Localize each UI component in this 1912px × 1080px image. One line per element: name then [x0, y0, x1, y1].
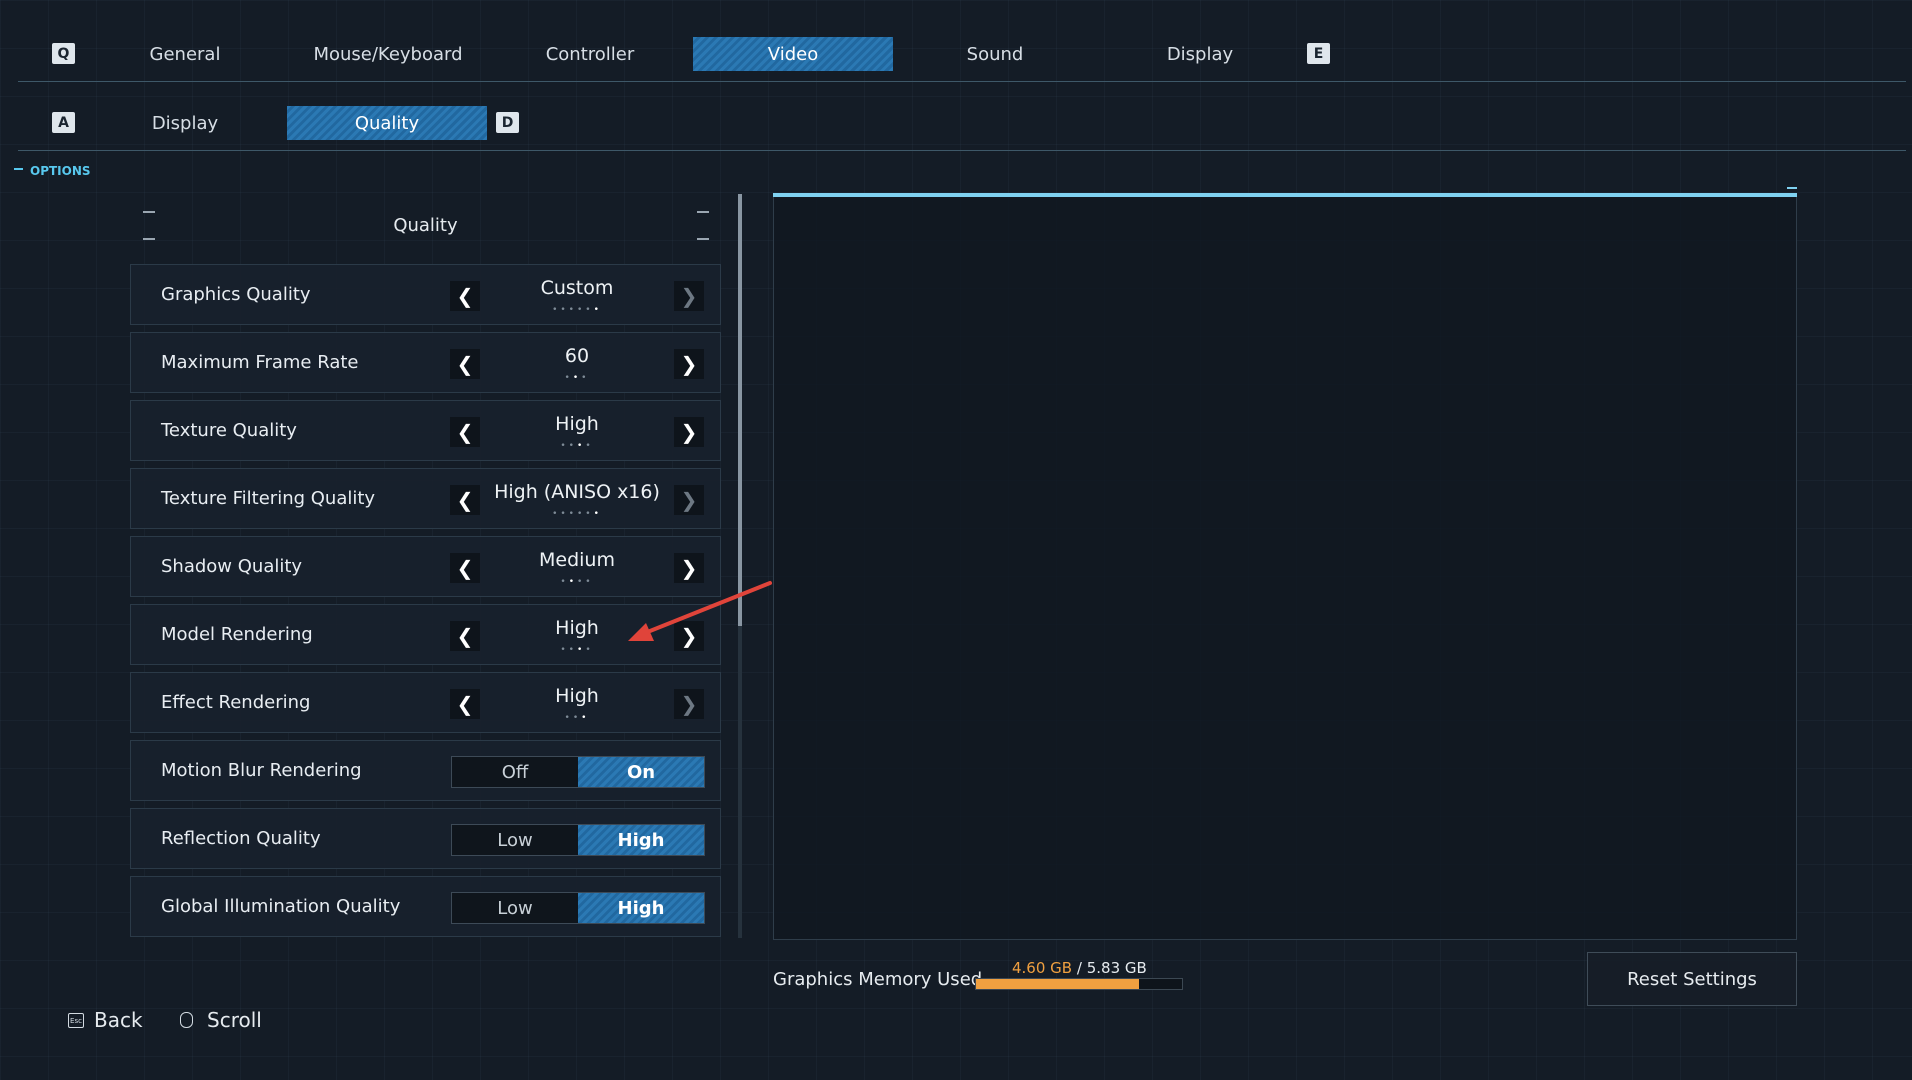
key-d-icon: D [496, 112, 519, 133]
arrow-right-icon[interactable]: ❯ [674, 417, 704, 447]
arrow-left-icon[interactable]: ❮ [450, 485, 480, 515]
level-dots: •••••• [552, 509, 602, 519]
key-a-icon: A [52, 112, 75, 133]
toggle-switch[interactable]: Off On [451, 756, 705, 788]
key-q-icon: Q [52, 43, 75, 64]
setting-label: Texture Filtering Quality [161, 488, 376, 509]
toggle-option-off[interactable]: Off [452, 757, 578, 787]
setting-label: Global Illumination Quality [161, 896, 401, 917]
toggle-option-high[interactable]: High [578, 893, 704, 923]
toggle-option-high[interactable]: High [578, 825, 704, 855]
arrow-left-icon[interactable]: ❮ [450, 621, 480, 651]
setting-value: High (ANISO x16) [494, 481, 660, 503]
setting-row-maximum-frame-rate[interactable]: Maximum Frame Rate ❮ 60 ••• ❯ [130, 332, 721, 393]
tab-mouse-keyboard[interactable]: Mouse/Keyboard [293, 37, 483, 71]
memory-used: 4.60 GB [1012, 959, 1073, 977]
toggle-option-low[interactable]: Low [452, 893, 578, 923]
setting-row-reflection-quality[interactable]: Reflection Quality Low High [130, 808, 721, 869]
toggle-option-low[interactable]: Low [452, 825, 578, 855]
panel-corner-icon [697, 238, 709, 240]
mouse-scroll-icon [180, 1012, 193, 1028]
setting-value: Medium [539, 549, 615, 571]
setting-label: Model Rendering [161, 624, 313, 645]
setting-row-texture-filtering-quality[interactable]: Texture Filtering Quality ❮ High (ANISO … [130, 468, 721, 529]
tab-display[interactable]: Display [1140, 37, 1260, 71]
scrollbar-thumb[interactable] [738, 194, 742, 626]
tab-general[interactable]: General [130, 37, 240, 71]
preview-panel [773, 194, 1797, 940]
level-dots: ••• [564, 373, 590, 383]
setting-label: Shadow Quality [161, 556, 303, 577]
arrow-right-icon[interactable]: ❯ [674, 485, 704, 515]
memory-bar-track [975, 978, 1183, 990]
setting-row-global-illumination-quality[interactable]: Global Illumination Quality Low High [130, 876, 721, 937]
setting-row-motion-blur-rendering[interactable]: Motion Blur Rendering Off On [130, 740, 721, 801]
panel-corner-icon [697, 211, 709, 213]
level-dots: ••• [564, 713, 590, 723]
level-dots: •••• [560, 645, 594, 655]
subtab-display[interactable]: Display [130, 106, 240, 140]
memory-readout: 4.60 GB / 5.83 GB [1012, 959, 1147, 977]
options-label: OPTIONS [30, 164, 91, 178]
preview-top-bar [773, 193, 1797, 197]
key-e-icon: E [1307, 43, 1330, 64]
memory-separator: / [1076, 959, 1082, 977]
setting-value: 60 [564, 345, 590, 367]
level-dots: •••••• [552, 305, 602, 315]
setting-label: Effect Rendering [161, 692, 311, 713]
esc-key-icon: Esc [68, 1013, 84, 1028]
reset-settings-button[interactable]: Reset Settings [1587, 952, 1797, 1006]
setting-row-effect-rendering[interactable]: Effect Rendering ❮ High ••• ❯ [130, 672, 721, 733]
setting-value: High [555, 685, 599, 707]
setting-value: Custom [540, 277, 614, 299]
memory-label: Graphics Memory Used [773, 969, 983, 990]
arrow-right-icon[interactable]: ❯ [674, 281, 704, 311]
toggle-option-on[interactable]: On [578, 757, 704, 787]
level-dots: •••• [560, 441, 594, 451]
memory-total: 5.83 GB [1086, 959, 1147, 977]
setting-value: High [555, 413, 599, 435]
back-button[interactable]: Back [94, 1008, 143, 1032]
top-tab-divider [18, 81, 1906, 82]
subtab-quality[interactable]: Quality [287, 106, 487, 140]
arrow-right-icon[interactable]: ❯ [674, 689, 704, 719]
sub-tab-divider [18, 150, 1906, 151]
toggle-switch[interactable]: Low High [451, 892, 705, 924]
setting-label: Reflection Quality [161, 828, 321, 849]
arrow-left-icon[interactable]: ❮ [450, 689, 480, 719]
tab-video[interactable]: Video [693, 37, 893, 71]
panel-corner-icon [143, 211, 155, 213]
arrow-left-icon[interactable]: ❮ [450, 349, 480, 379]
arrow-left-icon[interactable]: ❮ [450, 553, 480, 583]
options-dash-icon [14, 168, 23, 170]
scroll-hint: Scroll [207, 1008, 262, 1032]
annotation-arrow [628, 581, 772, 641]
setting-label: Maximum Frame Rate [161, 352, 359, 373]
setting-label: Motion Blur Rendering [161, 760, 362, 781]
arrow-right-icon[interactable]: ❯ [674, 349, 704, 379]
tab-sound[interactable]: Sound [935, 37, 1055, 71]
setting-row-graphics-quality[interactable]: Graphics Quality ❮ Custom •••••• ❯ [130, 264, 721, 325]
setting-label: Graphics Quality [161, 284, 311, 305]
panel-corner-icon [143, 238, 155, 240]
setting-label: Texture Quality [161, 420, 297, 441]
panel-title: Quality [393, 215, 458, 236]
memory-bar-fill [976, 979, 1139, 989]
arrow-left-icon[interactable]: ❮ [450, 281, 480, 311]
setting-row-texture-quality[interactable]: Texture Quality ❮ High •••• ❯ [130, 400, 721, 461]
toggle-switch[interactable]: Low High [451, 824, 705, 856]
preview-corner-mark [1787, 187, 1797, 189]
arrow-left-icon[interactable]: ❮ [450, 417, 480, 447]
tab-controller[interactable]: Controller [530, 37, 650, 71]
